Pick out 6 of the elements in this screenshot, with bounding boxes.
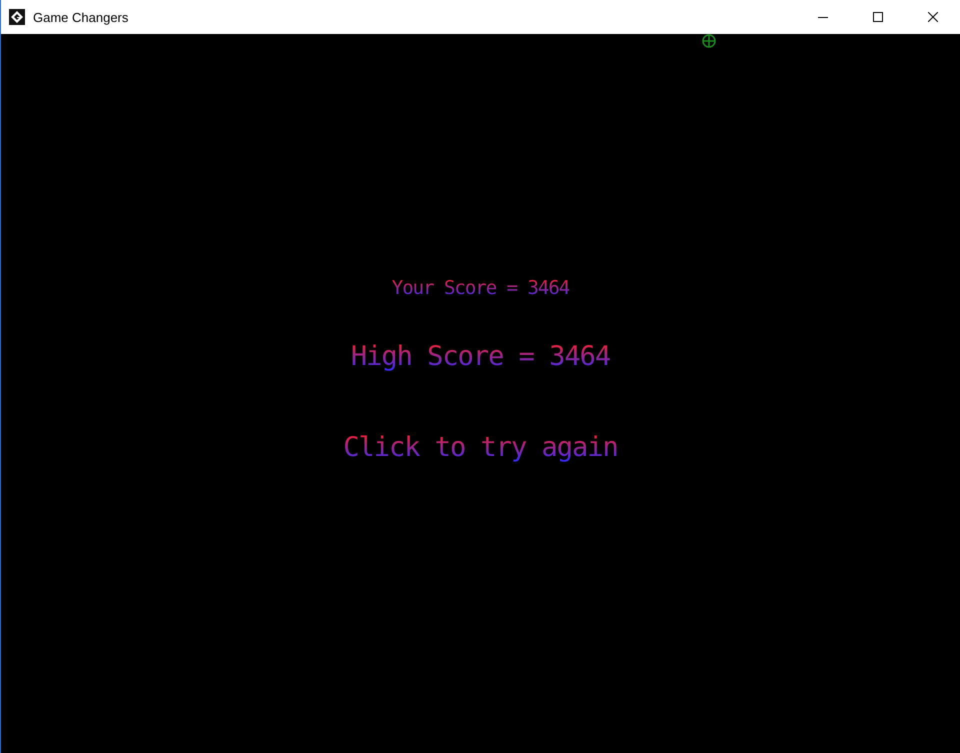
window-title: Game Changers: [33, 10, 128, 24]
close-icon: [928, 12, 938, 22]
crosshair-icon: [702, 34, 716, 48]
app-icon: [9, 9, 25, 25]
retry-prompt[interactable]: Click to try again: [343, 432, 618, 463]
maximize-icon: [872, 12, 882, 22]
